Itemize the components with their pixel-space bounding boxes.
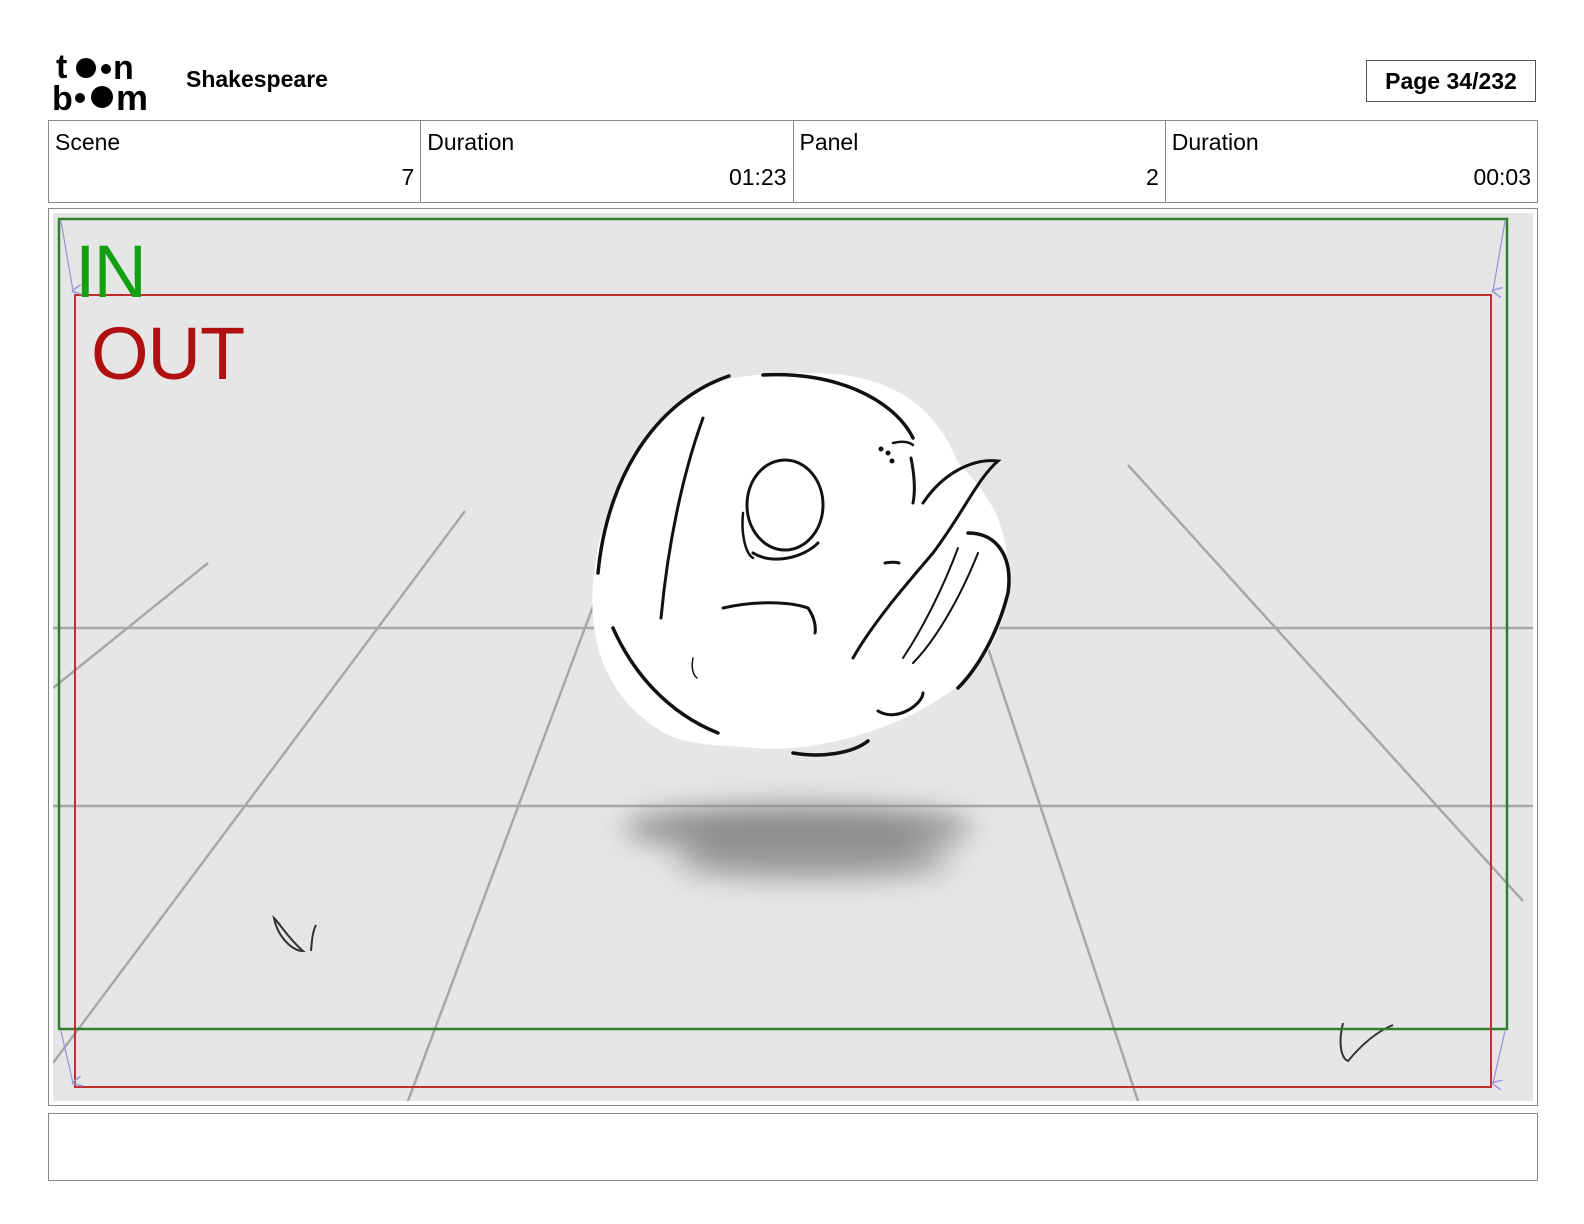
page-indicator: Page 34/232 — [1366, 60, 1536, 102]
in-label: IN — [75, 230, 147, 313]
svg-text:m: m — [116, 77, 148, 114]
panel-duration-value: 00:03 — [1473, 164, 1531, 190]
scene-info-table: Scene 7 Duration 01:23 Panel 2 Duration … — [48, 120, 1538, 203]
svg-text:b: b — [52, 80, 73, 114]
storyboard-panel: IN OUT — [48, 208, 1538, 1106]
panel-duration-cell: Duration 00:03 — [1166, 121, 1537, 202]
scene-duration-value: 01:23 — [728, 164, 787, 190]
panel-drawing — [53, 213, 1533, 1101]
panel-label: Panel — [799, 129, 859, 155]
panel-cell: Panel 2 — [794, 121, 1166, 202]
project-title: Shakespeare — [186, 66, 328, 92]
toonboom-logo-icon: t n b m — [52, 50, 148, 114]
panel-duration-label: Duration — [1171, 129, 1259, 155]
scene-duration-cell: Duration 01:23 — [421, 121, 794, 202]
page-number: 34/232 — [1446, 67, 1517, 94]
page-label: Page — [1385, 67, 1441, 94]
scene-cell: Scene 7 — [49, 121, 422, 202]
scene-duration-label: Duration — [427, 129, 515, 155]
panel-notes — [48, 1113, 1538, 1181]
panel-value: 2 — [1145, 164, 1159, 190]
scene-label: Scene — [55, 129, 121, 155]
out-label: OUT — [91, 312, 245, 395]
scene-value: 7 — [401, 164, 415, 190]
